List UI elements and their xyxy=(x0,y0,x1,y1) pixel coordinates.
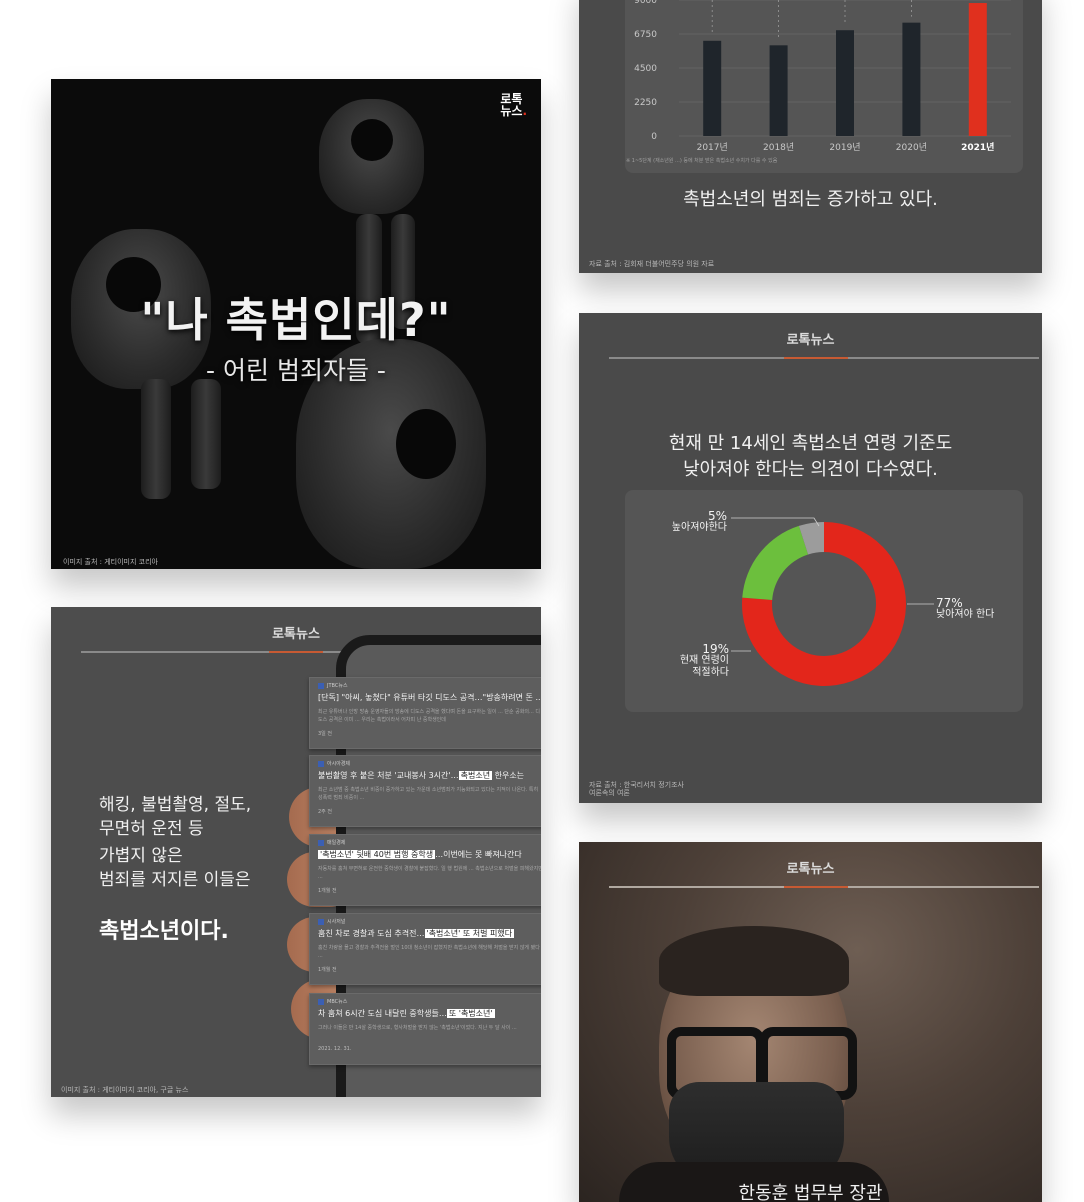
x-tick-label: 2017년 xyxy=(697,142,728,153)
news-article[interactable]: 시사저널훔친 차로 경찰과 도심 추격전… '촉법소년' 또 처벌 피했다훔친 차… xyxy=(309,913,541,985)
news-headline[interactable]: '촉법소년' 뒷배 40번 범행 중학생 …이번에는 못 빠져나간다 xyxy=(318,849,541,860)
brand-divider-accent xyxy=(269,651,323,653)
donut-chart xyxy=(731,517,934,686)
news-time: 2주 전 xyxy=(318,809,332,815)
news-publisher: MBC뉴스 xyxy=(318,998,347,1005)
lawtalk-news-logo: 로톡 뉴스. xyxy=(500,92,527,118)
bar xyxy=(703,40,722,136)
news-headline[interactable]: [단독] "아씨, 놓쳤다" 유튜버 타깃 디도스 공격…"방송하려면 돈 ..… xyxy=(318,692,541,703)
chart-caption: 촉법소년의 범죄는 증가하고 있다. xyxy=(683,189,938,210)
title-card: 로톡 뉴스. "나 촉법인데?" - 어린 범죄자들 - 이미지 출처 : 게티… xyxy=(51,79,541,569)
x-tick-label: 2019년 xyxy=(829,142,860,153)
y-tick-label: 2250 xyxy=(634,98,657,108)
emphasis-text: 촉법소년이다. xyxy=(99,919,229,944)
card-title: "나 촉법인데?" xyxy=(140,293,452,347)
news-snippet: 자동차를 훔쳐 무면허로 운전한 중학생이 경찰에 붙잡혔다. 일 행 법원에 … xyxy=(318,866,541,880)
data-source: 자료 출처 : 한국리서치 정기조사 여론속의 여론 xyxy=(589,781,684,797)
bar-chart: 0 2250 4500 6750 9000 2017년 2018년 2019년 2020년 202… xyxy=(634,0,1011,153)
news-snippet: 최근 유튜버나 인방 방송 운영자들의 방송에 디도스 공격을 했다며 돈을 요… xyxy=(318,709,540,723)
y-tick-label: 9000 xyxy=(634,0,657,6)
bar-chart-card: 0 2250 4500 6750 9000 2017년 2018년 2019년 2020년 202… xyxy=(579,0,1042,273)
image-source: 이미지 출처 : 게티이미지 코리아, 구글 뉴스 xyxy=(61,1086,189,1094)
x-tick-label: 2018년 xyxy=(763,142,794,153)
body-text: 해킹, 불법촬영, 절도, 무면허 운전 등 xyxy=(99,795,252,839)
news-publisher: JTBC뉴스 xyxy=(318,682,348,689)
bar xyxy=(902,22,921,136)
news-article[interactable]: JTBC뉴스 [단독] "아씨, 놓쳤다" 유튜버 타깃 디도스 공격…"방송하려… xyxy=(309,677,541,749)
slice-label-up: 5% 높아져야한다 xyxy=(671,509,727,533)
news-snippet: 그러나 이들은 만 14살 중학생으로, 형사처벌을 받지 않는 '촉법소년'이… xyxy=(318,1025,517,1031)
news-headline[interactable]: 차 훔쳐 6시간 도심 내달린 중학생들… 또 '촉법소년' xyxy=(318,1008,541,1019)
chart-note: ※ 1~5단계 (재소년원 ...) 등에 처분 받은 촉법소년 수치가 다를 … xyxy=(626,158,778,164)
news-time: 3일 전 xyxy=(318,731,332,737)
slice-label-keep: 19% 현재 연령이 적절하다 xyxy=(679,642,729,678)
news-article[interactable]: MBC뉴스차 훔쳐 6시간 도심 내달린 중학생들… 또 '촉법소년' 그러나 이들… xyxy=(309,993,541,1065)
x-tick-label: 2021년 xyxy=(961,141,994,153)
news-card: 로톡뉴스 JTBC뉴스 [단독] "아씨, 놓쳤다" 유튜버 타깃 디도스 공격…… xyxy=(51,607,541,1097)
news-snippet: 최근 소년범 중 촉법소년 비중이 증가하고 있는 가운데 소년범죄가 지능화되… xyxy=(318,787,539,801)
publisher-icon xyxy=(318,998,324,1005)
y-tick-label: 0 xyxy=(651,132,657,142)
y-tick-label: 4500 xyxy=(634,64,657,74)
bar xyxy=(968,3,987,137)
donut-chart-card: 로톡뉴스 현재 만 14세인 촉법소년 연령 기준도 낮아져야 한다는 의견이 … xyxy=(579,313,1042,803)
x-tick-label: 2020년 xyxy=(896,142,927,153)
news-publisher: 아시아경제 xyxy=(318,760,350,767)
publisher-icon xyxy=(318,839,324,846)
news-publisher: 시사저널 xyxy=(318,918,345,925)
publisher-icon xyxy=(318,918,324,925)
brand-divider-accent xyxy=(784,886,848,888)
news-publisher: 매일경제 xyxy=(318,839,345,846)
news-time: 1개월 전 xyxy=(318,888,337,894)
donut-slice xyxy=(742,525,809,600)
news-headline[interactable]: 훔친 차로 경찰과 도심 추격전… '촉법소년' 또 처벌 피했다 xyxy=(318,928,541,939)
bar xyxy=(836,30,854,136)
news-article[interactable]: 매일경제 '촉법소년' 뒷배 40번 범행 중학생 …이번에는 못 빠져나간다자동차… xyxy=(309,834,541,906)
brand-label: 로톡뉴스 xyxy=(786,862,835,877)
body-text: 가볍지 않은 범죄를 저지른 이들은 xyxy=(99,846,251,890)
y-tick-label: 6750 xyxy=(634,30,657,40)
image-source: 이미지 출처 : 게티이미지 코리아 xyxy=(63,558,158,566)
news-time: 1개월 전 xyxy=(318,967,337,973)
photo-card: 로톡뉴스 한동훈 법무부 장관 xyxy=(579,842,1042,1202)
bar xyxy=(769,45,788,136)
news-article[interactable]: 아시아경제불법촬영 후 붙은 처분 '교내봉사 3시간'… 촉법소년 한우소는최근… xyxy=(309,755,541,827)
data-source: 자료 출처 : 김회재 더불어민주당 의원 자료 xyxy=(589,260,715,268)
slice-label-down: 77% 낮아져야 한다 xyxy=(936,596,995,620)
news-snippet: 훔친 차량을 몰고 경찰과 추격전을 벌인 10대 청소년이 잡혔지만 촉법소년… xyxy=(318,945,540,959)
publisher-icon xyxy=(318,682,324,689)
news-headline[interactable]: 불법촬영 후 붙은 처분 '교내봉사 3시간'… 촉법소년 한우소는 xyxy=(318,770,541,781)
card-subtitle: - 어린 범죄자들 - xyxy=(206,356,386,385)
publisher-icon xyxy=(318,760,324,767)
news-time: 2021. 12. 31. xyxy=(318,1046,352,1052)
person-photo xyxy=(619,926,889,1202)
